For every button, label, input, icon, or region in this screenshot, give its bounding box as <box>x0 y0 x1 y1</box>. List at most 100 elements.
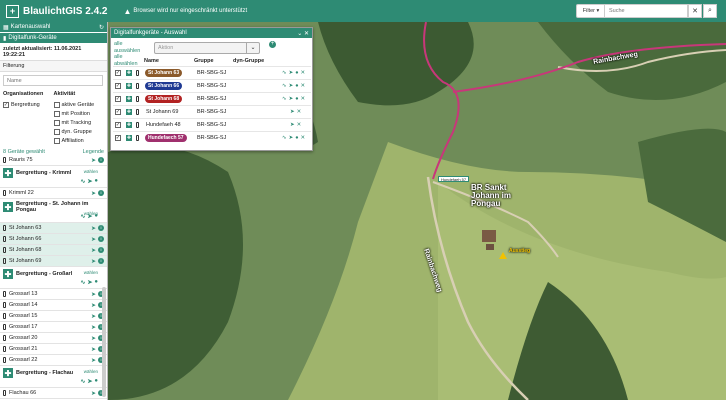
add-icon[interactable]: + <box>269 41 276 48</box>
checkbox[interactable] <box>53 110 60 117</box>
checkbox[interactable] <box>53 128 60 135</box>
locate-icon[interactable]: ➤ <box>289 96 294 102</box>
chart-icon[interactable]: ∿ <box>282 83 287 89</box>
map-select-header[interactable]: ▦ Kartenauswahl ↻ <box>0 22 107 33</box>
org-item[interactable]: ✓ Bergrettung <box>3 100 54 109</box>
table-row[interactable]: ✓ ✚ St Johann 68 BR-SBG-SJ ∿ ➤ ● ✕ <box>113 92 311 104</box>
table-row[interactable]: ✓ ✚ St Johann 63 BR-SBG-SJ ∿ ➤ ● ✕ <box>113 66 311 78</box>
chart-icon[interactable]: ∿ <box>282 96 287 102</box>
list-item[interactable]: Krimml 22 ➤ i <box>0 188 107 199</box>
checkbox[interactable]: ✓ <box>115 121 121 128</box>
list-item[interactable]: Grossarl 17 ➤ i <box>0 322 107 333</box>
filter-section-label[interactable]: Filterung <box>0 60 107 72</box>
list-item[interactable]: St Johann 69 ➤ i <box>0 256 107 267</box>
pin-icon[interactable]: ● <box>295 70 298 76</box>
pin-icon[interactable]: ● <box>295 135 298 141</box>
search-input[interactable] <box>604 4 688 18</box>
pin-icon[interactable]: ● <box>295 96 298 102</box>
locate-icon[interactable]: ➤ <box>91 357 96 364</box>
group-header[interactable]: ✚ Bergrettung - St. Johann im Pongau wähl… <box>0 199 107 223</box>
locate-icon[interactable]: ➤ <box>289 83 294 89</box>
app-logo[interactable]: + BlaulichtGIS 2.4.2 <box>6 4 107 18</box>
list-item[interactable]: Rauris 75 ➤ i <box>0 155 107 166</box>
locate-icon[interactable]: ➤ <box>91 346 96 353</box>
select-all-link[interactable]: alle auswählen <box>114 41 146 54</box>
remove-icon[interactable]: ✕ <box>301 83 306 89</box>
sidebar-scrollbar[interactable] <box>102 287 106 397</box>
list-item[interactable]: Grossarl 14 ➤ i <box>0 300 107 311</box>
table-row[interactable]: ✓ ✚ St Johann 66 BR-SBG-SJ ∿ ➤ ● ✕ <box>113 79 311 91</box>
dialog-header[interactable]: Digitalfunkgeräte - Auswahl ⌄ ✕ <box>111 28 312 38</box>
info-icon[interactable]: i <box>98 236 104 242</box>
activity-item[interactable]: Affiliation <box>53 136 105 145</box>
activity-item[interactable]: mit Tracking <box>53 118 105 127</box>
checkbox[interactable]: ✓ <box>115 82 121 89</box>
checkbox[interactable] <box>53 101 60 108</box>
action-select[interactable]: Aktion ⌄ <box>154 42 260 54</box>
group-select-link[interactable]: wählen <box>84 270 98 275</box>
list-item[interactable]: Grossarl 21 ➤ i <box>0 344 107 355</box>
table-row[interactable]: ✓ ✚ St Johann 69 BR-SBG-SJ ➤ ✕ <box>113 105 311 117</box>
remove-icon[interactable]: ✕ <box>301 135 306 141</box>
collapse-icon[interactable]: ⌄ <box>297 31 302 37</box>
list-item[interactable]: St Johann 63 ➤ i <box>0 223 107 234</box>
filter-button[interactable]: Filter ▾ <box>576 4 606 18</box>
pin-icon[interactable]: ● <box>94 279 98 286</box>
info-icon[interactable]: i <box>98 157 104 163</box>
search-icon[interactable]: ⌕ <box>703 4 717 18</box>
activity-item[interactable]: aktive Geräte <box>53 100 105 109</box>
checkbox[interactable]: ✓ <box>115 69 121 76</box>
group-select-link[interactable]: wählen <box>84 169 98 174</box>
list-item[interactable]: Flachau 66 ➤ i <box>0 388 107 399</box>
info-icon[interactable]: i <box>98 258 104 264</box>
group-header[interactable]: ✚ Bergrettung - Krimml wählen ∿ ➤ ● <box>0 166 107 188</box>
locate-icon[interactable]: ➤ <box>91 190 96 197</box>
locate-icon[interactable]: ➤ <box>87 279 92 286</box>
locate-icon[interactable]: ➤ <box>91 157 96 164</box>
checkbox[interactable]: ✓ <box>3 101 9 108</box>
pin-icon[interactable]: ● <box>94 378 98 385</box>
locate-icon[interactable]: ➤ <box>290 109 295 115</box>
locate-icon[interactable]: ➤ <box>87 178 92 185</box>
chevron-down-icon[interactable]: ⌄ <box>246 43 259 53</box>
list-item[interactable]: St Johann 68 ➤ i <box>0 245 107 256</box>
remove-icon[interactable]: ✕ <box>301 96 306 102</box>
remove-icon[interactable]: ✕ <box>301 70 306 76</box>
pin-icon[interactable]: ● <box>295 83 298 89</box>
locate-icon[interactable]: ➤ <box>91 258 96 265</box>
list-item[interactable]: Grossarl 22 ➤ i <box>0 355 107 366</box>
locate-icon[interactable]: ➤ <box>289 70 294 76</box>
group-select-link[interactable]: wählen <box>84 211 98 216</box>
marker-label[interactable]: Hundefaeh 57 <box>438 176 470 182</box>
close-icon[interactable]: ✕ <box>688 4 702 18</box>
checkbox[interactable] <box>53 119 60 126</box>
checkbox[interactable] <box>53 137 60 144</box>
checkbox[interactable]: ✓ <box>115 134 121 141</box>
checkbox[interactable]: ✓ <box>115 108 121 115</box>
locate-icon[interactable]: ➤ <box>91 225 96 232</box>
table-row[interactable]: ✓ ✚ Hundefaeh 48 BR-SBG-SJ ➤ ✕ <box>113 118 311 130</box>
table-row[interactable]: ✓ ✚ Hundefaech 57 BR-SBG-SJ ∿ ➤ ● ✕ <box>113 131 311 143</box>
refresh-icon[interactable]: ↻ <box>99 24 104 31</box>
locate-icon[interactable]: ➤ <box>91 291 96 298</box>
chart-icon[interactable]: ∿ <box>282 135 287 141</box>
locate-icon[interactable]: ➤ <box>91 313 96 320</box>
activity-item[interactable]: dyn. Gruppe <box>53 127 105 136</box>
list-item[interactable]: St Johann 66 ➤ i <box>0 234 107 245</box>
locate-icon[interactable]: ➤ <box>91 247 96 254</box>
group-header[interactable]: ✚ Bergrettung - Flachau wählen ∿ ➤ ● <box>0 366 107 388</box>
legend-link[interactable]: Legende <box>83 149 104 155</box>
locate-icon[interactable]: ➤ <box>289 135 294 141</box>
locate-icon[interactable]: ➤ <box>290 122 295 128</box>
group-header[interactable]: ✚ Bergrettung - Großarl wählen ∿ ➤ ● <box>0 267 107 289</box>
locate-icon[interactable]: ➤ <box>91 335 96 342</box>
list-item[interactable]: Grossarl 15 ➤ i <box>0 311 107 322</box>
info-icon[interactable]: i <box>98 190 104 196</box>
info-icon[interactable]: i <box>98 247 104 253</box>
close-icon[interactable]: ✕ <box>304 31 309 37</box>
remove-icon[interactable]: ✕ <box>297 122 302 128</box>
locate-icon[interactable]: ➤ <box>87 378 92 385</box>
panel-header[interactable]: ▮ Digitalfunk-Geräte <box>0 33 107 44</box>
locate-icon[interactable]: ➤ <box>91 324 96 331</box>
chart-icon[interactable]: ∿ <box>80 378 85 385</box>
